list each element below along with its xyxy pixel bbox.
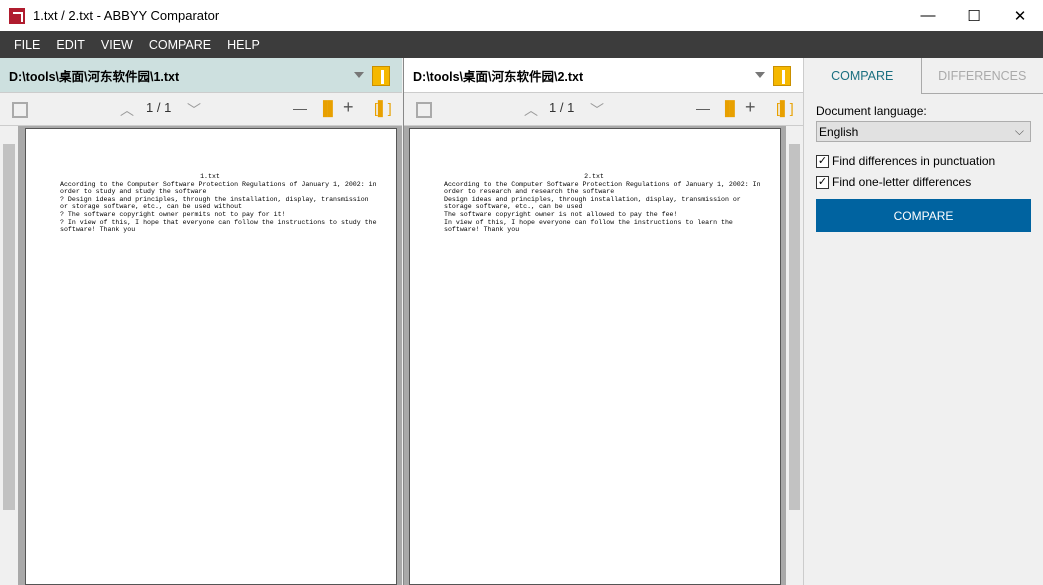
left-document-pane: D:\tools\桌面\河东软件园\1.txt ︿ 1 / 1 ﹀ — ▐▌ +… [0,58,402,585]
next-page-icon[interactable]: ﹀ [187,100,201,120]
fit-page-icon[interactable]: ▐▌ [720,100,740,116]
doc-line: According to the Computer Software Prote… [444,180,761,188]
zoom-in-icon[interactable]: + [343,97,354,118]
sync-scroll-icon[interactable]: [▌] [776,100,794,116]
menu-bar: FILE EDIT VIEW COMPARE HELP [0,31,1043,58]
save-icon[interactable] [12,102,28,118]
compare-button[interactable]: COMPARE [816,199,1031,232]
menu-compare[interactable]: COMPARE [149,38,211,52]
left-scrollbar[interactable] [0,126,18,585]
doc-title: 1.txt [200,173,220,180]
maximize-button[interactable]: ☐ [951,0,997,31]
compare-panel: COMPARE DIFFERENCES Document language: E… [803,58,1043,585]
menu-help[interactable]: HELP [227,38,260,52]
doc-line: According to the Computer Software Prote… [60,180,377,188]
app-icon [9,7,25,24]
close-button[interactable]: ✕ [997,0,1043,31]
right-toolbar: ︿ 1 / 1 ﹀ — ▐▌ + [▌] [404,93,803,126]
minimize-button[interactable]: — [905,0,951,31]
doc-line: order to study and study the software [60,188,207,196]
left-toolbar: ︿ 1 / 1 ﹀ — ▐▌ + [▌] [0,93,402,126]
dropdown-arrow-icon[interactable] [354,72,364,78]
doc-title: 2.txt [584,173,604,180]
doc-line: or storage software, etc., can be used w… [60,203,243,211]
checkbox-checked-icon[interactable]: ✓ [816,175,829,189]
zoom-out-icon[interactable]: — [696,100,710,116]
left-file-path: D:\tools\桌面\河东软件园\1.txt [9,69,180,84]
title-bar: 1.txt / 2.txt - ABBYY Comparator — ☐ ✕ [0,0,1043,31]
doc-line: software! Thank you [444,226,520,234]
right-document-page: 2.txt According to the Computer Software… [409,128,781,585]
doc-line: Design ideas and principles, through ins… [444,195,741,203]
doc-line: In view of this, I hope everyone can fol… [444,218,733,226]
page-indicator: 1 / 1 [549,100,575,115]
zoom-in-icon[interactable]: + [745,97,756,118]
chevron-down-icon: ⌵ [1014,124,1024,138]
doc-line: ? In view of this, I hope that everyone … [60,218,377,226]
language-value: English [819,125,859,139]
language-select[interactable]: English ⌵ [816,121,1031,142]
tab-compare[interactable]: COMPARE [804,58,921,94]
window-title: 1.txt / 2.txt - ABBYY Comparator [33,8,220,23]
right-file-selector[interactable]: D:\tools\桌面\河东软件园\2.txt [404,58,803,93]
menu-view[interactable]: VIEW [101,38,133,52]
doc-line: ? Design ideas and principles, through t… [60,195,369,203]
open-file-icon[interactable] [773,66,791,86]
punctuation-checkbox[interactable]: ✓ Find differences in punctuation [816,154,995,168]
left-document-page: 1.txt According to the Computer Software… [25,128,397,585]
doc-line: software! Thank you [60,226,136,234]
next-page-icon[interactable]: ﹀ [590,100,604,120]
checkbox-checked-icon[interactable]: ✓ [816,154,829,168]
doc-line: ? The software copyright owner permits n… [60,210,286,218]
menu-edit[interactable]: EDIT [56,38,84,52]
left-file-selector[interactable]: D:\tools\桌面\河东软件园\1.txt [0,58,402,93]
language-label: Document language: [816,104,927,118]
checkbox-label: Find one-letter differences [832,175,972,189]
doc-line: storage software, etc., can be used [444,203,583,211]
prev-page-icon[interactable]: ︿ [524,100,538,120]
right-scrollbar[interactable] [786,126,803,585]
fit-page-icon[interactable]: ▐▌ [318,100,338,116]
tab-differences[interactable]: DIFFERENCES [920,58,1043,94]
dropdown-arrow-icon[interactable] [755,72,765,78]
open-file-icon[interactable] [372,66,390,86]
save-icon[interactable] [416,102,432,118]
sync-scroll-icon[interactable]: [▌] [374,100,392,116]
right-document-pane: D:\tools\桌面\河东软件园\2.txt ︿ 1 / 1 ﹀ — ▐▌ +… [403,58,803,585]
one-letter-checkbox[interactable]: ✓ Find one-letter differences [816,175,971,189]
prev-page-icon[interactable]: ︿ [120,100,134,120]
zoom-out-icon[interactable]: — [293,100,307,116]
checkbox-label: Find differences in punctuation [832,154,996,168]
menu-file[interactable]: FILE [14,38,40,52]
page-indicator: 1 / 1 [146,100,172,115]
doc-line: The software copyright owner is not allo… [444,210,678,218]
doc-line: order to research and research the softw… [444,188,615,196]
right-file-path: D:\tools\桌面\河东软件园\2.txt [413,69,584,84]
